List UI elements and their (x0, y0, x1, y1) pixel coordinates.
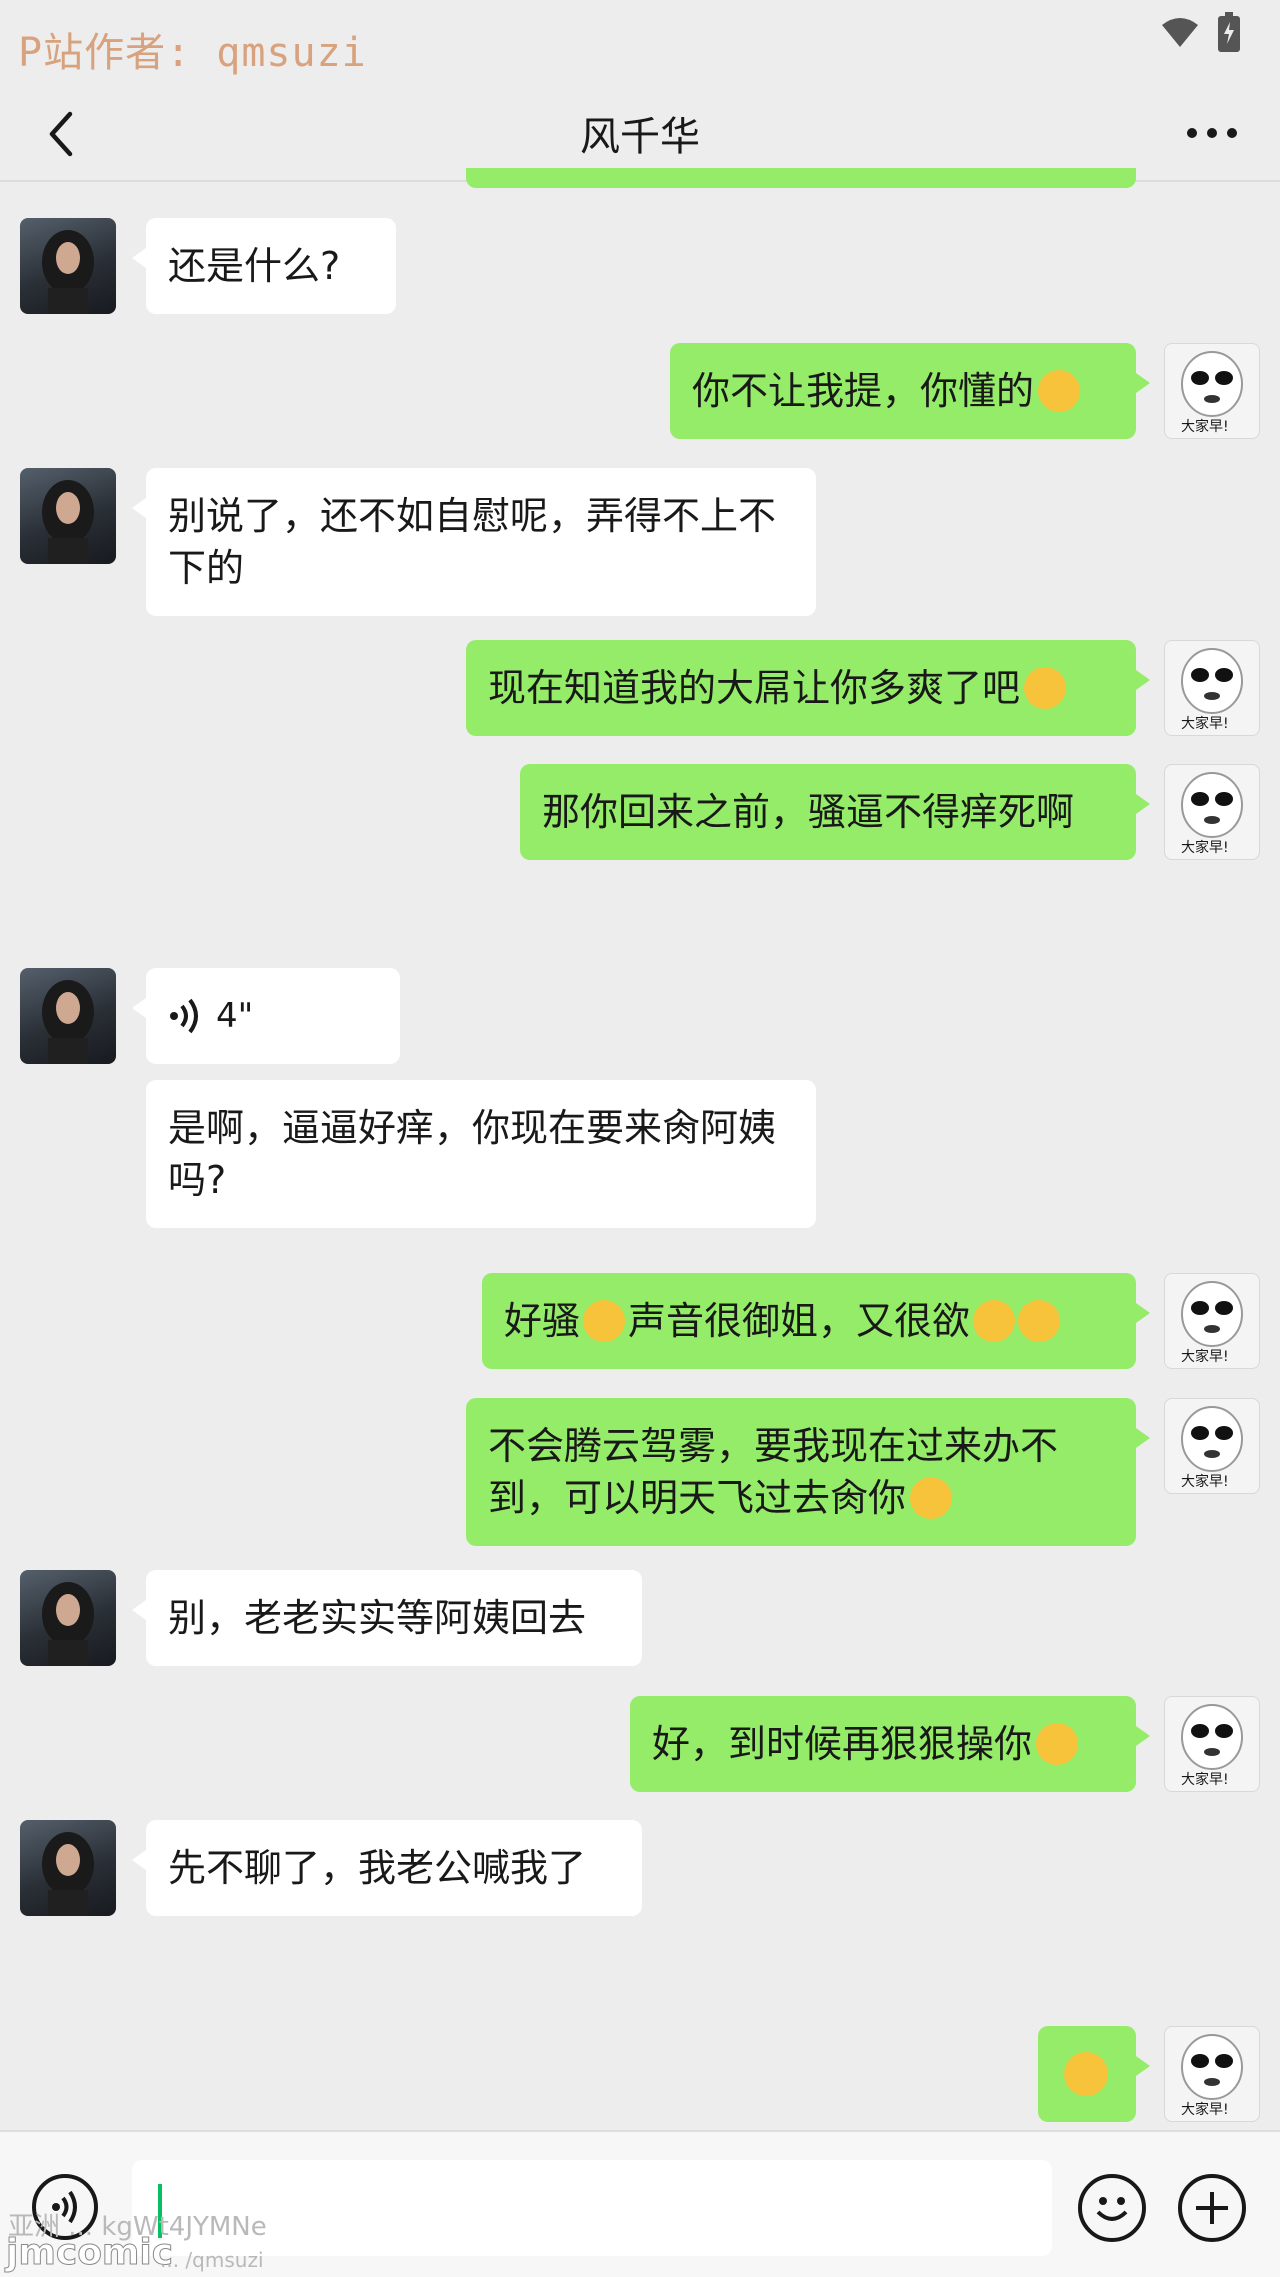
heart-eyes-emoji-icon (583, 1300, 626, 1342)
emoji-button[interactable] (1078, 2174, 1146, 2242)
avatar-caption: 大家早! (1181, 1772, 1229, 1788)
avatar-caption: 大家早! (1181, 419, 1229, 435)
user-avatar[interactable]: 大家早! (1164, 1696, 1260, 1792)
user-avatar[interactable]: 大家早! (1164, 343, 1260, 439)
watermark-logo: jmcomic (5, 2232, 174, 2274)
message-text: 不会腾云驾雾，要我现在过来办不到，可以明天飞过去肏你 (488, 1424, 1059, 1520)
heart-eyes-emoji-icon (1036, 1723, 1079, 1765)
more-actions-button[interactable] (1178, 2174, 1246, 2242)
watermark-top: P站作者: qmsuzi (18, 30, 367, 76)
user-avatar[interactable]: 大家早! (1164, 2026, 1260, 2122)
more-dots-icon (1187, 128, 1237, 138)
grimace-emoji-icon (1038, 370, 1081, 412)
voice-wave-icon (170, 998, 198, 1034)
chat-header: 风千华 (0, 88, 1280, 180)
contact-avatar[interactable] (20, 218, 116, 314)
avatar-caption: 大家早! (1181, 1349, 1229, 1365)
more-button[interactable] (1182, 108, 1242, 158)
grin-emoji-icon (1024, 667, 1067, 709)
heart-eyes-emoji-icon (973, 1300, 1016, 1342)
message-bubble-sent[interactable]: 你不让我提，你懂的 (670, 343, 1150, 439)
message-bubble-sent[interactable]: 那你回来之前，骚逼不得痒死啊 (520, 764, 1150, 860)
voice-duration: 4" (216, 996, 254, 1036)
user-avatar[interactable]: 大家早! (1164, 640, 1260, 736)
sad-emoji-icon (1064, 2052, 1108, 2096)
plus-icon (1196, 2192, 1228, 2224)
contact-avatar[interactable] (20, 968, 116, 1064)
message-bubble-received[interactable]: 别说了，还不如自慰呢，弄得不上不下的 (132, 468, 816, 616)
message-bubble-sent[interactable] (1038, 2026, 1150, 2122)
message-input[interactable] (132, 2160, 1052, 2256)
message-text: 好，到时候再狠狠操你 (652, 1722, 1033, 1766)
message-text: 那你回来之前，骚逼不得痒死啊 (542, 790, 1075, 834)
status-bar: P站作者: qmsuzi (0, 0, 1280, 88)
message-text: 别说了，还不如自慰呢，弄得不上不下的 (168, 494, 777, 590)
message-text-continued: 声音很御姐，又很欲 (628, 1299, 971, 1343)
message-bubble-received[interactable]: 先不聊了，我老公喊我了 (132, 1820, 642, 1916)
contact-avatar[interactable] (20, 468, 116, 564)
message-bubble-received[interactable]: 还是什么? (132, 218, 396, 314)
message-bubble-sent[interactable]: 好骚 声音很御姐，又很欲 (482, 1273, 1150, 1369)
message-bubble-sent[interactable]: 现在知道我的大屌让你多爽了吧 (466, 640, 1150, 736)
message-text: 现在知道我的大屌让你多爽了吧 (488, 666, 1021, 710)
message-text: 好骚 (504, 1299, 581, 1343)
message-bubble-sent[interactable]: 好，到时候再狠狠操你 (630, 1696, 1150, 1792)
chat-title: 风千华 (580, 114, 700, 160)
message-bubble-received[interactable]: 别，老老实实等阿姨回去 (132, 1570, 642, 1666)
avatar-caption: 大家早! (1181, 716, 1229, 732)
avatar-caption: 大家早! (1181, 1474, 1229, 1490)
avatar-caption: 大家早! (1181, 840, 1229, 856)
watermark-url: ... /qmsuzi (160, 2248, 264, 2272)
contact-avatar[interactable] (20, 1820, 116, 1916)
battery-icon (1218, 12, 1240, 56)
partial-message-bubble (466, 168, 1136, 188)
message-text: 还是什么? (168, 244, 341, 288)
heart-eyes-emoji-icon (910, 1477, 953, 1519)
avatar-caption: 大家早! (1181, 2102, 1229, 2118)
heart-eyes-emoji-icon (1018, 1300, 1061, 1342)
message-bubble-sent[interactable]: 不会腾云驾雾，要我现在过来办不到，可以明天飞过去肏你 (466, 1398, 1150, 1546)
user-avatar[interactable]: 大家早! (1164, 764, 1260, 860)
contact-avatar[interactable] (20, 1570, 116, 1666)
message-text: 别，老老实实等阿姨回去 (168, 1596, 587, 1640)
message-text: 你不让我提，你懂的 (692, 369, 1035, 413)
user-avatar[interactable]: 大家早! (1164, 1273, 1260, 1369)
user-avatar[interactable]: 大家早! (1164, 1398, 1260, 1494)
voice-message-bubble[interactable]: 4" (132, 968, 400, 1064)
message-text: 先不聊了，我老公喊我了 (168, 1846, 587, 1890)
wifi-icon (1160, 15, 1200, 53)
message-bubble-received[interactable]: 是啊，逼逼好痒，你现在要来肏阿姨吗? (146, 1080, 816, 1228)
emoji-icon (1096, 2197, 1128, 2221)
status-icons (1160, 12, 1240, 56)
message-text: 是啊，逼逼好痒，你现在要来肏阿姨吗? (168, 1106, 777, 1202)
